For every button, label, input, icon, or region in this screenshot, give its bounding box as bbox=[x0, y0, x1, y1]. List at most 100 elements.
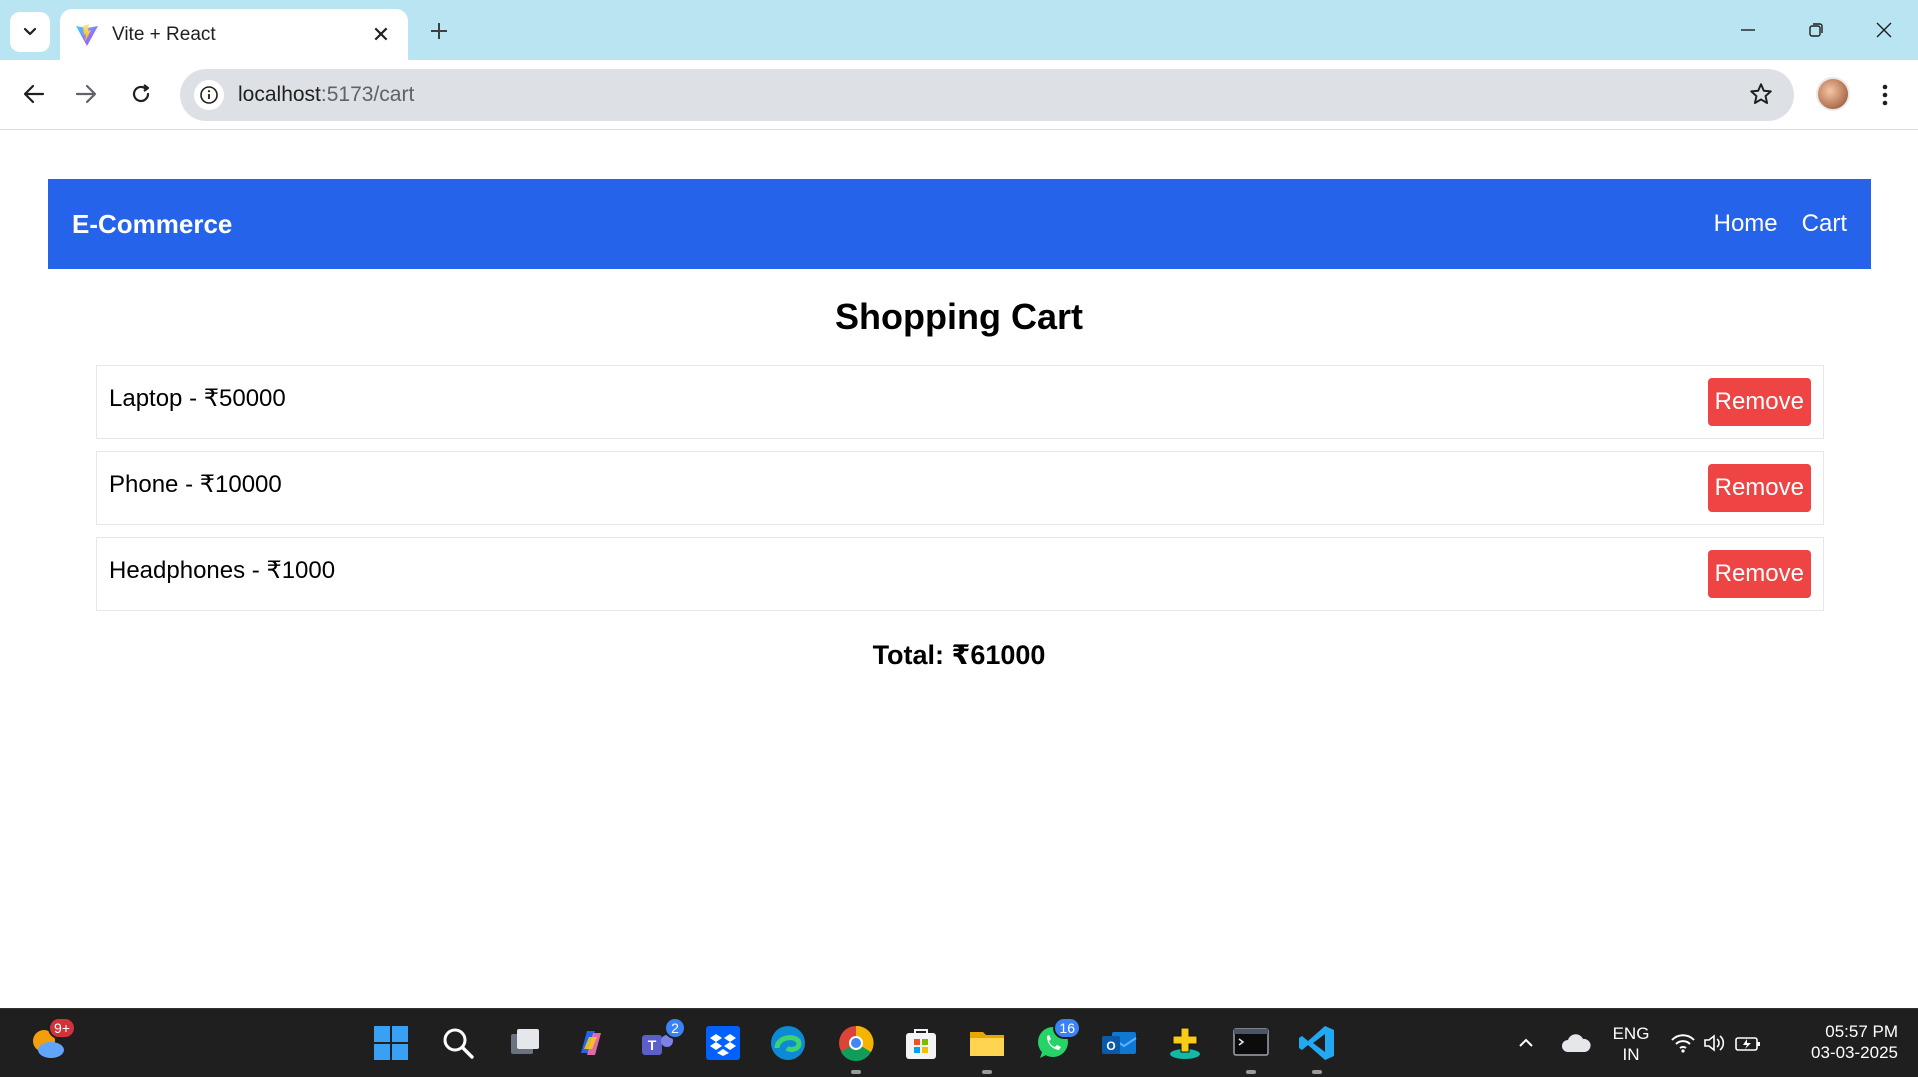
file-explorer-button[interactable] bbox=[965, 1021, 1009, 1074]
nav-link-cart[interactable]: Cart bbox=[1802, 210, 1847, 238]
outlook-button[interactable]: O bbox=[1097, 1021, 1141, 1065]
terminal-button[interactable] bbox=[1229, 1021, 1273, 1074]
minimize-button[interactable] bbox=[1728, 12, 1768, 48]
remove-button[interactable]: Remove bbox=[1707, 378, 1811, 426]
page-title: Shopping Cart bbox=[835, 296, 1083, 337]
url-host: localhost bbox=[238, 83, 321, 106]
chrome-icon bbox=[839, 1025, 874, 1061]
new-tab-button[interactable] bbox=[422, 14, 456, 48]
profile-avatar[interactable] bbox=[1816, 77, 1850, 111]
star-icon bbox=[1750, 83, 1772, 104]
svg-text:T: T bbox=[648, 1037, 657, 1053]
cart-item: Headphones - ₹1000 Remove bbox=[96, 537, 1824, 611]
close-tab-icon[interactable]: ✕ bbox=[368, 22, 394, 48]
cart-list: Laptop - ₹50000 Remove Phone - ₹10000 Re… bbox=[96, 365, 1824, 623]
restore-button[interactable] bbox=[1796, 12, 1836, 48]
clock[interactable]: 05:57 PM 03-03-2025 bbox=[1788, 1021, 1898, 1063]
svg-text:O: O bbox=[1106, 1039, 1115, 1053]
cart-item: Phone - ₹10000 Remove bbox=[96, 451, 1824, 525]
onedrive-button[interactable] bbox=[1554, 1021, 1598, 1065]
reload-button[interactable] bbox=[121, 74, 161, 114]
teams-button[interactable]: T 2 bbox=[636, 1017, 686, 1065]
weather-widget[interactable]: 9+ bbox=[26, 1017, 76, 1065]
running-indicator bbox=[1312, 1070, 1322, 1074]
whatsapp-badge: 16 bbox=[1053, 1017, 1081, 1039]
plus-medical-icon bbox=[1170, 1027, 1200, 1059]
terminal-icon bbox=[1233, 1028, 1269, 1056]
task-view-icon bbox=[511, 1029, 539, 1054]
forward-button[interactable] bbox=[66, 74, 106, 114]
cart-item-label: Headphones - ₹1000 bbox=[109, 556, 336, 584]
back-button[interactable] bbox=[14, 74, 54, 114]
whatsapp-button[interactable]: 16 bbox=[1031, 1017, 1081, 1065]
task-view-button[interactable] bbox=[503, 1021, 547, 1065]
address-bar[interactable]: localhost:5173/cart bbox=[180, 69, 1794, 121]
chevron-up-icon bbox=[1519, 1038, 1533, 1047]
clock-time: 05:57 PM bbox=[1825, 1022, 1898, 1041]
plus-icon bbox=[431, 23, 447, 39]
running-indicator bbox=[982, 1070, 992, 1074]
cart-item-label: Laptop - ₹50000 bbox=[109, 384, 286, 412]
quick-settings-button[interactable] bbox=[1666, 1021, 1766, 1065]
site-navbar: E-Commerce Home Cart bbox=[48, 179, 1871, 269]
url-text[interactable]: localhost:5173/cart bbox=[238, 83, 414, 107]
start-button[interactable] bbox=[369, 1021, 413, 1065]
dropbox-icon bbox=[706, 1026, 740, 1060]
edge-button[interactable] bbox=[766, 1021, 810, 1065]
language-code: ENG bbox=[1612, 1024, 1650, 1043]
browser-toolbar: localhost:5173/cart bbox=[0, 60, 1918, 130]
cart-total: Total: ₹61000 bbox=[872, 640, 1046, 670]
site-info-button[interactable] bbox=[194, 80, 224, 110]
minimize-icon bbox=[1741, 29, 1755, 31]
url-path: :5173/cart bbox=[320, 83, 415, 106]
weather-badge: 9+ bbox=[48, 1017, 76, 1039]
bookmark-button[interactable] bbox=[1748, 81, 1774, 112]
brand-logo-text[interactable]: E-Commerce bbox=[72, 209, 232, 240]
tab-title: Vite + React bbox=[112, 23, 216, 45]
taskbar: 9+ T 2 16 O ENG IN 05:57 PM 03-03-2025 bbox=[0, 1008, 1918, 1077]
close-icon bbox=[1876, 22, 1892, 38]
language-indicator[interactable]: ENG IN bbox=[1606, 1023, 1656, 1065]
nav-links: Home Cart bbox=[1714, 210, 1847, 238]
running-indicator bbox=[851, 1070, 861, 1074]
microsoft-store-icon bbox=[906, 1029, 936, 1059]
folder-icon bbox=[970, 1032, 1004, 1056]
dropbox-button[interactable] bbox=[701, 1021, 745, 1065]
teams-badge: 2 bbox=[664, 1017, 686, 1039]
vite-logo-icon bbox=[76, 23, 98, 46]
chevron-down-icon bbox=[23, 27, 37, 36]
tab-search-button[interactable] bbox=[10, 12, 50, 52]
region-code: IN bbox=[1622, 1045, 1640, 1064]
arrow-right-icon bbox=[75, 84, 97, 104]
show-hidden-icons-button[interactable] bbox=[1504, 1021, 1548, 1065]
vscode-button[interactable] bbox=[1295, 1021, 1339, 1074]
info-icon bbox=[200, 86, 218, 104]
arrow-left-icon bbox=[23, 84, 45, 104]
remove-button[interactable]: Remove bbox=[1707, 550, 1811, 598]
battery-charging-icon bbox=[1735, 1037, 1760, 1051]
restore-icon bbox=[1809, 23, 1823, 37]
remove-button[interactable]: Remove bbox=[1707, 464, 1811, 512]
browser-tab-active[interactable]: Vite + React ✕ bbox=[60, 9, 408, 60]
search-button[interactable] bbox=[436, 1021, 480, 1065]
volume-icon bbox=[1704, 1034, 1725, 1052]
outlook-icon: O bbox=[1102, 1032, 1137, 1054]
cart-item: Laptop - ₹50000 Remove bbox=[96, 365, 1824, 439]
edge-icon bbox=[771, 1026, 805, 1060]
browser-menu-button[interactable] bbox=[1870, 77, 1900, 113]
wifi-icon bbox=[1671, 1034, 1695, 1053]
copilot-icon bbox=[581, 1031, 601, 1055]
windows-logo-icon bbox=[374, 1026, 408, 1060]
copilot-button[interactable] bbox=[569, 1021, 613, 1065]
clock-date: 03-03-2025 bbox=[1811, 1043, 1898, 1062]
store-button[interactable] bbox=[899, 1021, 943, 1065]
reload-icon bbox=[132, 84, 150, 103]
close-window-button[interactable] bbox=[1864, 12, 1904, 48]
nav-link-home[interactable]: Home bbox=[1714, 210, 1778, 238]
cart-item-label: Phone - ₹10000 bbox=[109, 470, 282, 498]
cloud-icon bbox=[1562, 1034, 1591, 1052]
search-icon bbox=[443, 1028, 474, 1059]
chrome-button[interactable] bbox=[834, 1021, 878, 1074]
medical-app-button[interactable] bbox=[1163, 1021, 1207, 1065]
vscode-icon bbox=[1299, 1026, 1334, 1060]
